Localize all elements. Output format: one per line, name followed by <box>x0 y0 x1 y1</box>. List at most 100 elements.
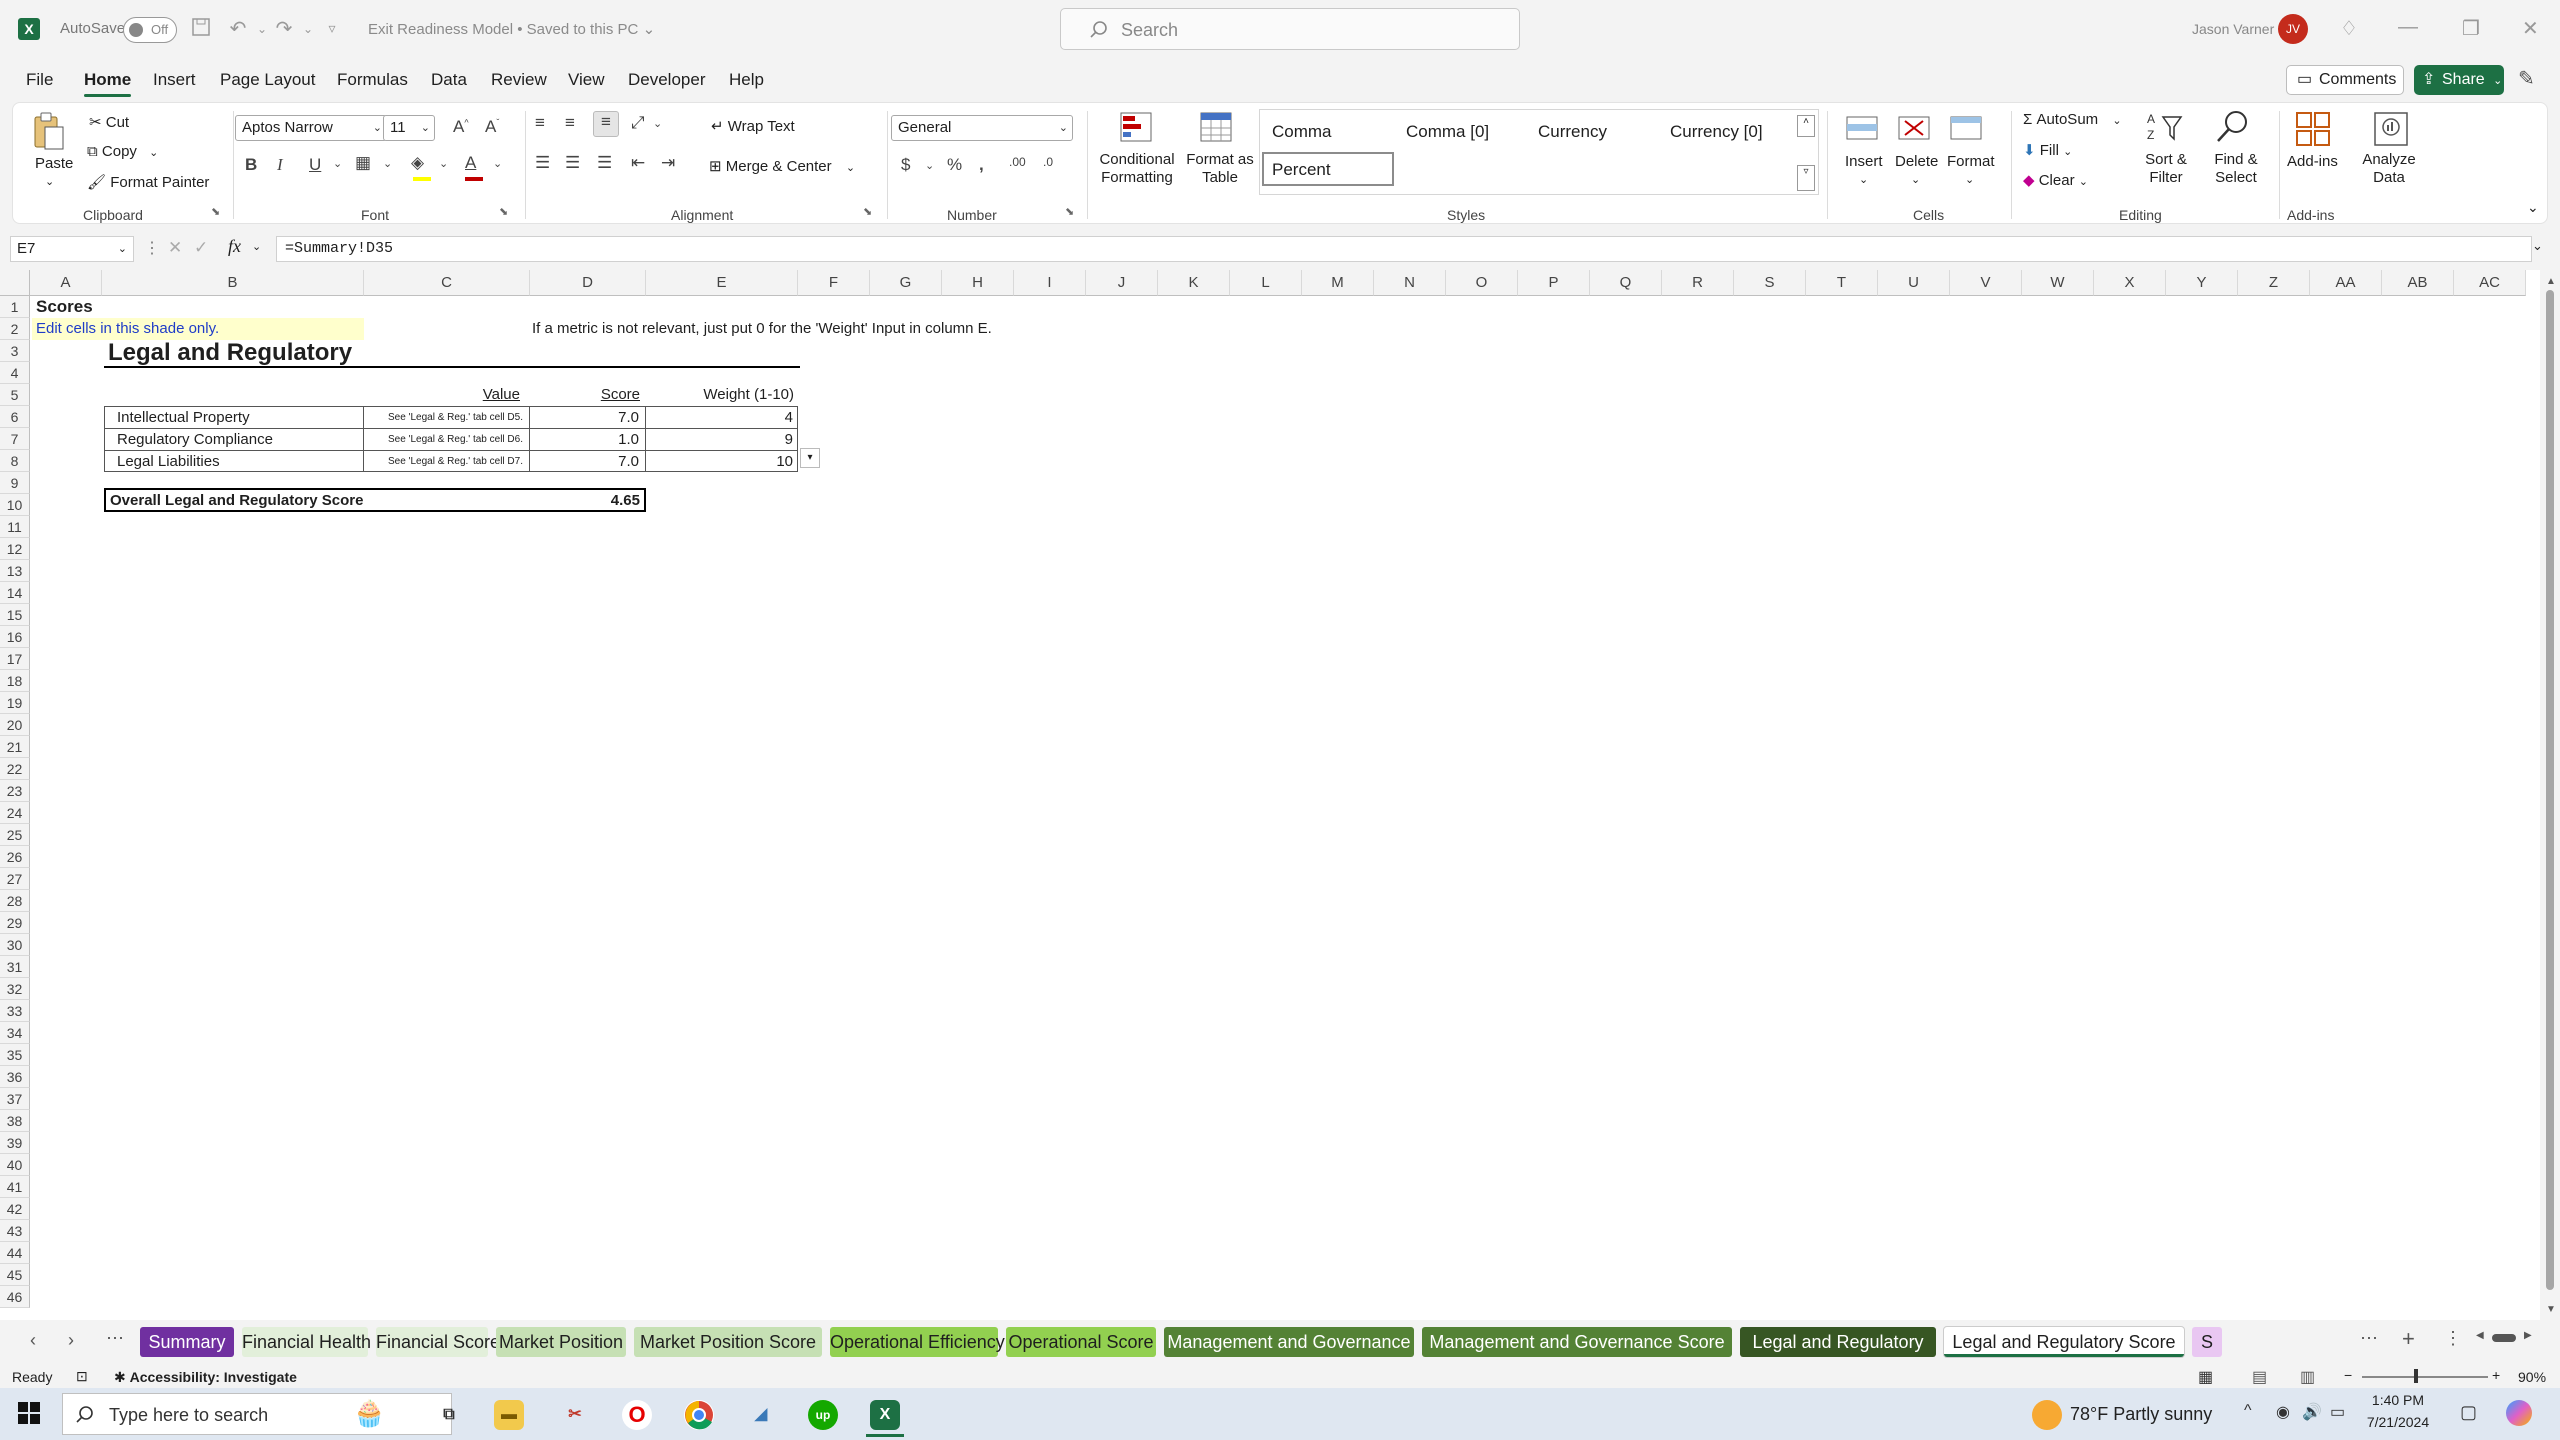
worksheet-grid[interactable]: A B C D E F G H I J K L M N O P Q R S T U V W X Y Z AA AB AC 1234567… <box>0 270 2560 1320</box>
row-header-35[interactable]: 35 <box>0 1044 30 1066</box>
tab-file[interactable]: File <box>26 70 53 90</box>
italic-icon[interactable]: I <box>277 155 283 175</box>
increase-decimal-icon[interactable]: .00 <box>1009 155 1026 169</box>
chevron-up-icon[interactable]: ^ <box>2244 1402 2252 1420</box>
column-header-t[interactable]: T <box>1806 270 1878 296</box>
chevron-down-icon[interactable]: ⌄ <box>925 159 934 172</box>
metric-weight[interactable]: 4 <box>647 407 797 429</box>
column-header-j[interactable]: J <box>1086 270 1158 296</box>
windows-start-icon[interactable] <box>18 1402 40 1424</box>
clear-button[interactable]: ◆ Clear ⌄ <box>2023 171 2088 189</box>
row-header-14[interactable]: 14 <box>0 582 30 604</box>
task-view-icon[interactable]: ⧉ <box>434 1400 464 1430</box>
chevron-down-icon[interactable]: ⌄ <box>1965 173 1974 186</box>
header-score[interactable]: Score <box>530 384 644 406</box>
metric-name[interactable]: Regulatory Compliance <box>117 429 273 451</box>
find-select-icon[interactable] <box>2213 109 2253 145</box>
restore-icon[interactable]: ❐ <box>2462 16 2480 41</box>
sheet-tab[interactable]: Financial Score <box>376 1327 500 1357</box>
align-middle-icon[interactable]: ≡ <box>565 113 575 133</box>
addins-label[interactable]: Add-ins <box>2287 153 2338 170</box>
column-header-u[interactable]: U <box>1878 270 1950 296</box>
chevron-down-icon[interactable]: ⌄ <box>383 157 392 170</box>
accessibility-button[interactable]: ✱ Accessibility: Investigate <box>114 1369 297 1386</box>
add-sheet-icon[interactable]: + <box>2402 1326 2415 1352</box>
font-color-icon[interactable]: A <box>465 153 476 173</box>
redo-icon[interactable]: ↷ <box>272 16 296 42</box>
row-header-30[interactable]: 30 <box>0 934 30 956</box>
file-explorer-icon[interactable]: ▬ <box>494 1400 524 1430</box>
row-header-24[interactable]: 24 <box>0 802 30 824</box>
metric-score[interactable]: 1.0 <box>531 429 643 451</box>
expand-formula-icon[interactable]: ⌄ <box>2532 238 2543 254</box>
zoom-in-icon[interactable]: + <box>2492 1367 2500 1383</box>
row-header-33[interactable]: 33 <box>0 1000 30 1022</box>
chevron-down-icon[interactable]: ⌄ <box>653 117 662 130</box>
confirm-entry-icon[interactable]: ✓ <box>194 238 208 258</box>
chevron-down-icon[interactable]: ⌄ <box>333 157 342 170</box>
column-header-v[interactable]: V <box>1950 270 2022 296</box>
zoom-slider[interactable] <box>2362 1376 2488 1378</box>
share-button[interactable]: ⇪ Share ⌄ <box>2414 65 2504 95</box>
zoom-slider-thumb[interactable] <box>2414 1369 2418 1383</box>
scroll-right-icon[interactable]: ▶ <box>2524 1330 2532 1341</box>
zoom-level[interactable]: 90% <box>2518 1369 2546 1385</box>
row-header-37[interactable]: 37 <box>0 1088 30 1110</box>
scrollbar-thumb[interactable] <box>2546 290 2554 1290</box>
align-center-icon[interactable]: ☰ <box>565 153 580 173</box>
collapse-ribbon-icon[interactable]: ⌄ <box>2527 199 2539 216</box>
sheet-tab[interactable]: Operational Efficiency <box>830 1327 1005 1357</box>
row-header-46[interactable]: 46 <box>0 1286 30 1308</box>
formula-input[interactable]: =Summary!D35 <box>276 236 2532 262</box>
column-header-c[interactable]: C <box>364 270 530 296</box>
options-icon[interactable]: ⋮ <box>2444 1328 2462 1349</box>
conditional-formatting-label[interactable]: Conditional Formatting <box>1095 151 1179 187</box>
row-header-36[interactable]: 36 <box>0 1066 30 1088</box>
find-select-label[interactable]: Find & Select <box>2201 151 2271 187</box>
gallery-more-icon[interactable]: ▿ <box>1797 165 1815 191</box>
conditional-formatting-icon[interactable] <box>1119 111 1155 145</box>
column-header-g[interactable]: G <box>870 270 942 296</box>
tab-home[interactable]: Home <box>84 70 132 97</box>
tab-view[interactable]: View <box>568 70 605 90</box>
avatar[interactable]: JV <box>2278 14 2308 44</box>
row-header-12[interactable]: 12 <box>0 538 30 560</box>
row-header-34[interactable]: 34 <box>0 1022 30 1044</box>
row-header-25[interactable]: 25 <box>0 824 30 846</box>
cell-a2-edit-note[interactable]: Edit cells in this shade only. <box>32 318 364 340</box>
sheet-tab[interactable]: Market Position <box>496 1327 626 1357</box>
metric-value[interactable]: See 'Legal & Reg.' tab cell D6. <box>365 429 527 451</box>
cut-button[interactable]: ✂ Cut <box>89 113 129 131</box>
macro-icon[interactable]: ⊡ <box>76 1368 88 1385</box>
row-header-10[interactable]: 10 <box>0 494 30 516</box>
column-header-l[interactable]: L <box>1230 270 1302 296</box>
cancel-entry-icon[interactable]: ✕ <box>168 238 182 258</box>
comments-button[interactable]: ▭ Comments <box>2286 65 2404 95</box>
opera-icon[interactable]: O <box>622 1400 652 1430</box>
tab-developer[interactable]: Developer <box>628 70 706 90</box>
wrap-text-button[interactable]: ↵ Wrap Text <box>711 117 795 135</box>
scroll-left-icon[interactable]: ◀ <box>2476 1330 2484 1341</box>
number-format-select[interactable]: General ⌄ <box>891 115 1073 141</box>
style-currency[interactable]: Currency <box>1538 122 1607 142</box>
style-percent[interactable]: Percent <box>1262 152 1394 186</box>
delete-cells-label[interactable]: Delete <box>1895 153 1938 170</box>
column-header-r[interactable]: R <box>1662 270 1734 296</box>
row-header-5[interactable]: 5 <box>0 384 30 406</box>
column-header-y[interactable]: Y <box>2166 270 2238 296</box>
column-header-z[interactable]: Z <box>2238 270 2310 296</box>
row-header-2[interactable]: 2 <box>0 318 30 340</box>
overall-value[interactable]: 4.65 <box>611 490 640 512</box>
scroll-down-icon[interactable]: ▼ <box>2546 1304 2556 1315</box>
scrollbar-thumb[interactable] <box>2492 1334 2516 1342</box>
style-currency-0[interactable]: Currency [0] <box>1670 122 1763 142</box>
autosum-button[interactable]: Σ AutoSum ⌄ <box>2023 111 2122 128</box>
more-options-icon[interactable]: ⋮ <box>144 238 160 258</box>
cell-d2-note[interactable]: If a metric is not relevant, just put 0 … <box>532 318 992 340</box>
column-header-ac[interactable]: AC <box>2454 270 2526 296</box>
increase-indent-icon[interactable]: ⇥ <box>661 153 675 173</box>
dialog-launcher-icon[interactable]: ⬊ <box>1065 205 1074 218</box>
font-size-select[interactable]: 11 ⌄ <box>383 115 435 141</box>
taskbar-search[interactable]: Type here to search 🧁 <box>62 1393 452 1435</box>
column-header-b[interactable]: B <box>102 270 364 296</box>
